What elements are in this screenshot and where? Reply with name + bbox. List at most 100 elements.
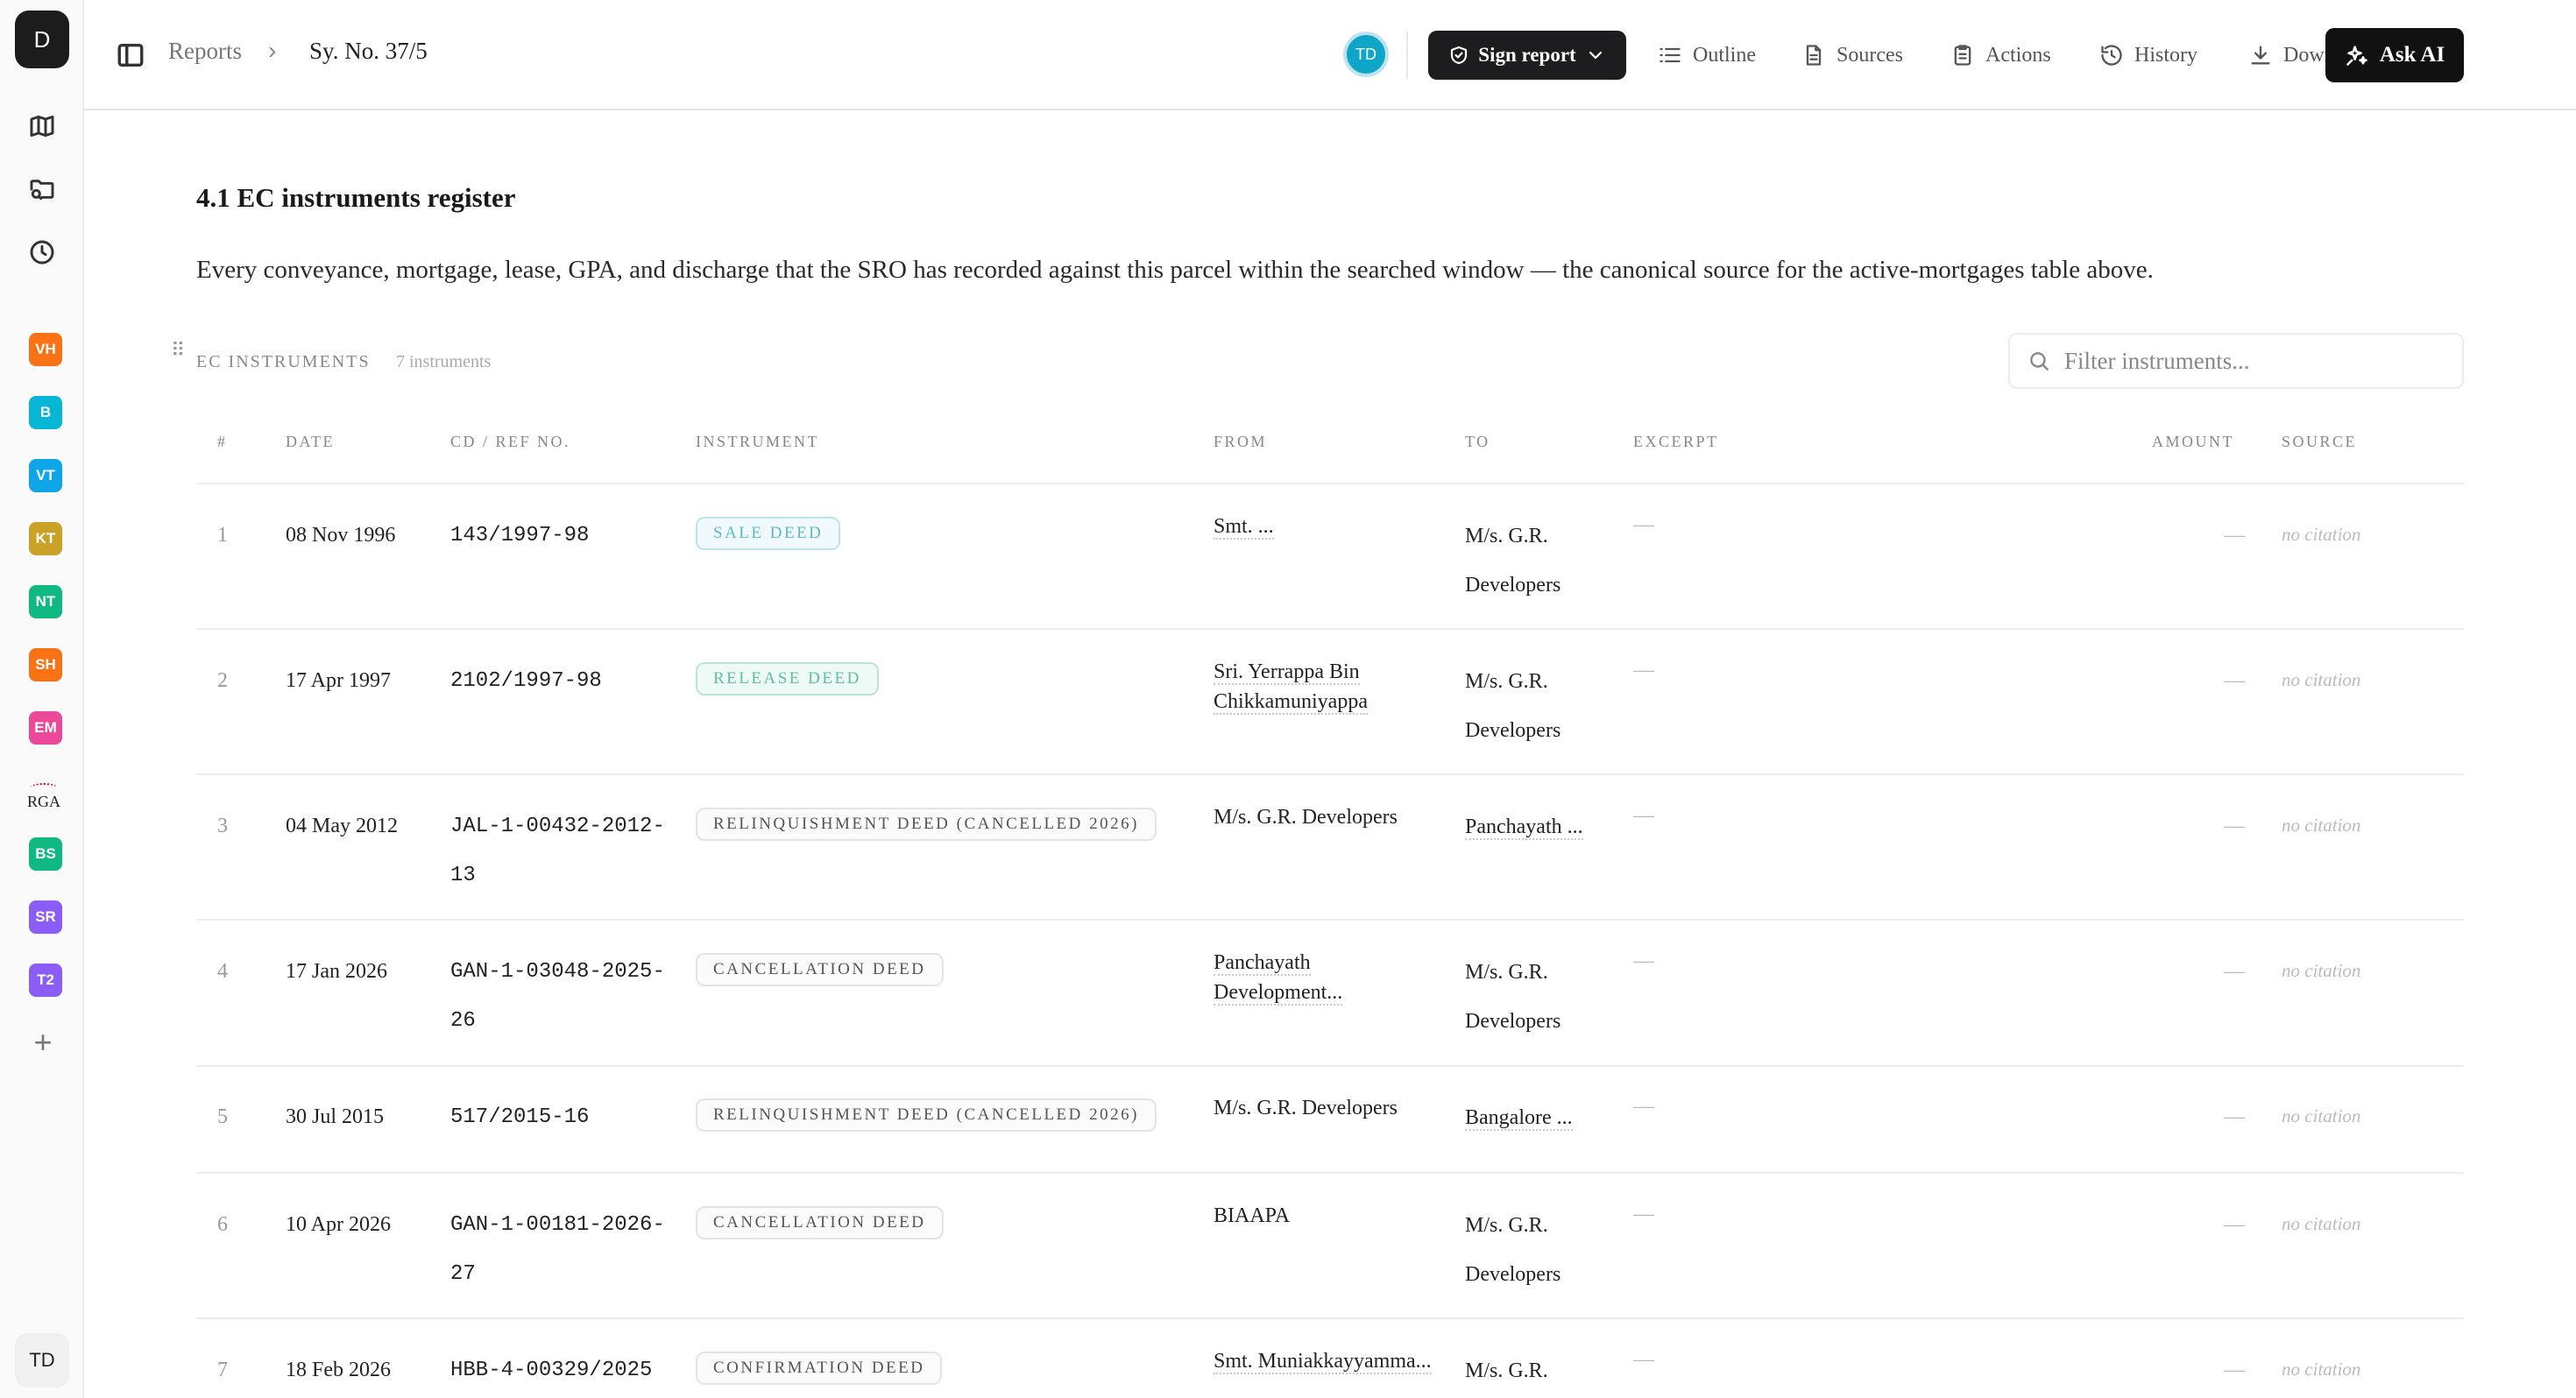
actions-button[interactable]: Actions [1950, 39, 2051, 71]
row-from[interactable]: Panchayath Development... [1214, 948, 1433, 1007]
row-ref-number: 2102/1997-98 [450, 669, 602, 693]
sources-button[interactable]: Sources [1801, 39, 1903, 71]
row-amount: — [2224, 1213, 2245, 1236]
project-em[interactable]: EM [29, 711, 62, 745]
map-icon[interactable] [26, 110, 58, 142]
col-header-ref[interactable]: CD / REF NO. [450, 433, 570, 451]
row-divider [196, 1065, 2464, 1067]
row-instrument: SALE DEED [696, 517, 841, 550]
row-divider [196, 628, 2464, 630]
to-party: M/s. G.R. Developers [1465, 1214, 1561, 1286]
col-header-to[interactable]: TO [1465, 433, 1490, 451]
from-party[interactable]: Sri. Yerrappa Bin Chikkamuniyappa [1214, 660, 1368, 715]
from-party[interactable]: Smt. Muniakkayyamma... [1214, 1350, 1432, 1374]
row-number: 3 [217, 815, 228, 837]
project-t2[interactable]: T2 [29, 964, 62, 997]
project-nt[interactable]: NT [29, 585, 62, 618]
filter-box[interactable] [2008, 333, 2464, 389]
row-amount: — [2224, 815, 2245, 837]
project-b[interactable]: B [29, 396, 62, 429]
row-from[interactable]: Smt. Muniakkayyamma... [1214, 1346, 1433, 1376]
shield-check-icon [1451, 46, 1468, 65]
row-source: no citation [2282, 960, 2361, 981]
from-party[interactable]: Smt. ... [1214, 515, 1274, 540]
row-from: BIAAPA [1214, 1201, 1433, 1231]
row-excerpt: — [1633, 1348, 1654, 1371]
row-source: no citation [2282, 524, 2361, 545]
row-excerpt: — [1633, 513, 1654, 536]
to-party[interactable]: Bangalore ... [1465, 1106, 1573, 1131]
clipboard-icon [1954, 45, 1971, 66]
instrument-badge: RELEASE DEED [696, 662, 879, 695]
col-header-date[interactable]: DATE [286, 433, 335, 451]
col-header-amount[interactable]: AMOUNT [2152, 433, 2234, 451]
collaborator-avatar[interactable]: TD [1343, 32, 1389, 77]
sign-report-button[interactable]: Sign report [1428, 31, 1626, 80]
row-instrument: CONFIRMATION DEED [696, 1352, 943, 1385]
ask-ai-button[interactable]: Ask AI [2325, 28, 2464, 82]
row-from[interactable]: Sri. Yerrappa Bin Chikkamuniyappa [1214, 657, 1433, 717]
row-number: 7 [217, 1359, 228, 1381]
row-source: no citation [2282, 815, 2361, 836]
history-button[interactable]: History [2099, 39, 2197, 71]
row-number: 5 [217, 1105, 228, 1128]
from-party: BIAAPA [1214, 1204, 1291, 1227]
row-instrument: CANCELLATION DEED [696, 1206, 944, 1239]
instrument-badge: CANCELLATION DEED [696, 1206, 944, 1239]
header-divider [196, 483, 2464, 484]
top-bar: Reports › Sy. No. 37/5 TD Sign report Ou… [84, 0, 2576, 110]
row-ref-number: HBB-4-00329/2025 [450, 1359, 653, 1382]
from-party: M/s. G.R. Developers [1214, 1097, 1398, 1119]
row-source: no citation [2282, 669, 2361, 690]
sidebar-toggle-icon[interactable] [116, 40, 145, 70]
row-to[interactable]: Panchayath ... [1465, 802, 1614, 851]
project-bs[interactable]: BS [29, 837, 62, 871]
row-amount: — [2224, 1359, 2245, 1381]
breadcrumb-reports[interactable]: Reports [168, 38, 242, 65]
project-vh[interactable]: VH [29, 333, 62, 366]
row-from[interactable]: Smt. ... [1214, 512, 1433, 541]
outline-button[interactable]: Outline [1658, 39, 1756, 71]
col-header-from[interactable]: FROM [1214, 433, 1267, 451]
sparkles-icon [2346, 46, 2367, 66]
row-number: 6 [217, 1213, 228, 1236]
row-excerpt: — [1633, 1095, 1654, 1118]
row-number: 4 [217, 960, 228, 983]
folder-search-icon[interactable] [26, 173, 58, 205]
col-header-instrument[interactable]: INSTRUMENT [696, 433, 819, 451]
list-icon [1660, 47, 1681, 63]
row-date: 08 Nov 1996 [286, 524, 396, 547]
drag-handle-icon[interactable]: ⠿ [171, 340, 185, 362]
row-to[interactable]: Bangalore ... [1465, 1093, 1614, 1142]
row-to: M/s. G.R. Developers [1465, 512, 1614, 610]
row-number: 1 [217, 524, 228, 547]
project-sh[interactable]: SH [29, 648, 62, 681]
project-sr[interactable]: SR [29, 900, 62, 934]
section-title: 4.1 EC instruments register [196, 182, 516, 213]
row-instrument: RELINQUISHMENT DEED (CANCELLED 2026) [696, 1098, 1157, 1132]
project-vt[interactable]: VT [29, 459, 62, 492]
clock-icon[interactable] [26, 237, 58, 268]
row-source: no citation [2282, 1105, 2361, 1126]
toolbar-divider [1406, 32, 1408, 79]
col-header-excerpt: EXCERPT [1633, 433, 1719, 450]
from-party[interactable]: Panchayath Development... [1214, 951, 1343, 1006]
instrument-badge: CANCELLATION DEED [696, 953, 944, 986]
add-project-button[interactable]: + [29, 1027, 57, 1058]
row-date: 17 Apr 1997 [286, 669, 391, 692]
row-divider [196, 919, 2464, 921]
to-party: M/s. G.R. Developers [1465, 961, 1561, 1033]
user-avatar-button[interactable]: TD [15, 1333, 69, 1387]
row-excerpt: — [1633, 1203, 1654, 1225]
to-party: M/s. G.R. Developers [1465, 670, 1561, 742]
workspace-button[interactable]: D [15, 11, 69, 68]
to-party[interactable]: Panchayath ... [1465, 816, 1583, 840]
row-instrument: RELEASE DEED [696, 662, 879, 695]
row-divider [196, 1172, 2464, 1174]
row-divider [196, 1317, 2464, 1319]
row-excerpt: — [1633, 804, 1654, 827]
filter-input[interactable] [2064, 347, 2450, 375]
row-ref-number: 143/1997-98 [450, 524, 590, 547]
project-rga-logo[interactable]: RGA [25, 773, 63, 811]
project-kt[interactable]: KT [29, 522, 62, 555]
